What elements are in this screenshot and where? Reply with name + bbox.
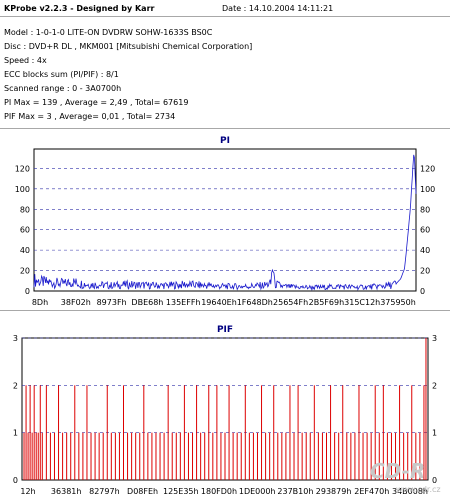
- y-tick-label-left: 0: [13, 476, 18, 485]
- x-tick-label: 237B10h: [277, 487, 313, 496]
- x-tick-label: 8973Fh: [97, 298, 127, 307]
- y-tick-label-right: 100: [420, 185, 435, 194]
- y-tick-label-right: 40: [420, 246, 430, 255]
- y-tick-label-left: 0: [25, 287, 30, 296]
- chart-divider: [0, 310, 450, 311]
- x-tick-label: 375950h: [380, 298, 416, 307]
- y-tick-label-left: 40: [20, 246, 30, 255]
- ecc-line: ECC blocks sum (PI/PIF) : 8/1: [4, 70, 119, 79]
- watermark-url: www.cdr.cz: [396, 485, 441, 494]
- y-tick-label-left: 2: [13, 381, 18, 390]
- y-tick-label-left: 120: [15, 164, 30, 173]
- chart-title: PI: [220, 136, 230, 146]
- y-tick-label-right: 3: [432, 334, 437, 343]
- app-title: KProbe v2.2.3 - Designed by Karr: [4, 4, 155, 13]
- x-tick-label: 38F02h: [61, 298, 91, 307]
- x-tick-label: 1DE000h: [239, 487, 276, 496]
- x-tick-label: 82797h: [89, 487, 120, 496]
- y-tick-label-right: 120: [420, 164, 435, 173]
- y-tick-label-left: 100: [15, 185, 30, 194]
- y-tick-label-left: 1: [13, 429, 18, 438]
- cdr-logo: CD-R www.cdr.cz: [370, 459, 441, 494]
- x-tick-label: D08FEh: [127, 487, 158, 496]
- scan-date: Date : 14.10.2004 14:11:21: [222, 4, 334, 13]
- x-tick-label: DBE68h: [131, 298, 163, 307]
- y-tick-label-right: 1: [432, 429, 437, 438]
- y-tick-label-right: 0: [420, 287, 425, 296]
- x-tick-label: 25654Fh: [273, 298, 308, 307]
- cdr-logo-mark: CD-R: [370, 459, 425, 483]
- pi-chart: PI 0 0 20 20 40 40 60 60 80 80 100 100 120 120 8Dh 38F02…: [15, 136, 436, 307]
- chart-title: PIF: [217, 325, 233, 335]
- pi-chart-panel: PI 0 0 20 20 40 40 60 60 80 80 100 100 120 120 8Dh 38F02…: [0, 129, 450, 309]
- model-line: Model : 1-0-1-0 LITE-ON DVDRW SOHW-1633S…: [4, 28, 213, 37]
- x-tick-label: 293879h: [316, 487, 352, 496]
- x-tick-label: 36381h: [51, 487, 82, 496]
- disc-line: Disc : DVD+R DL , MKM001 [Mitsubishi Che…: [4, 42, 253, 51]
- y-tick-label-right: 60: [420, 226, 430, 235]
- x-tick-label: 2B5F69h: [309, 298, 345, 307]
- y-tick-label-left: 80: [20, 205, 30, 214]
- y-tick-label-left: 60: [20, 226, 30, 235]
- x-tick-label: 315C12h: [344, 298, 380, 307]
- range-line: Scanned range : 0 - 3A0700h: [4, 84, 122, 93]
- x-tick-label: 8Dh: [32, 298, 48, 307]
- x-tick-label: 125E35h: [163, 487, 199, 496]
- y-tick-label-right: 2: [432, 381, 437, 390]
- plot-area: [33, 148, 417, 292]
- y-tick-label-left: 20: [20, 267, 30, 276]
- x-tick-label: 12h: [20, 487, 35, 496]
- pif-stats-line: PIF Max = 3 , Average= 0,01 , Total= 273…: [4, 112, 176, 121]
- x-tick-label: 19640Eh: [201, 298, 237, 307]
- x-tick-label: 1F648Dh: [237, 298, 273, 307]
- x-tick-label: 135EFFh: [166, 298, 201, 307]
- x-tick-label: 180FD0h: [201, 487, 237, 496]
- y-tick-label-right: 20: [420, 267, 430, 276]
- cdr-watermark: CD-R www.cdr.cz: [362, 448, 448, 498]
- pi-stats-line: PI Max = 139 , Average = 2,49 , Total= 6…: [4, 98, 189, 107]
- header-divider: [0, 16, 450, 17]
- y-tick-label-left: 3: [13, 334, 18, 343]
- report-header: KProbe v2.2.3 - Designed by Karr Date : …: [0, 0, 450, 128]
- y-tick-label-right: 80: [420, 205, 430, 214]
- speed-line: Speed : 4x: [4, 56, 47, 65]
